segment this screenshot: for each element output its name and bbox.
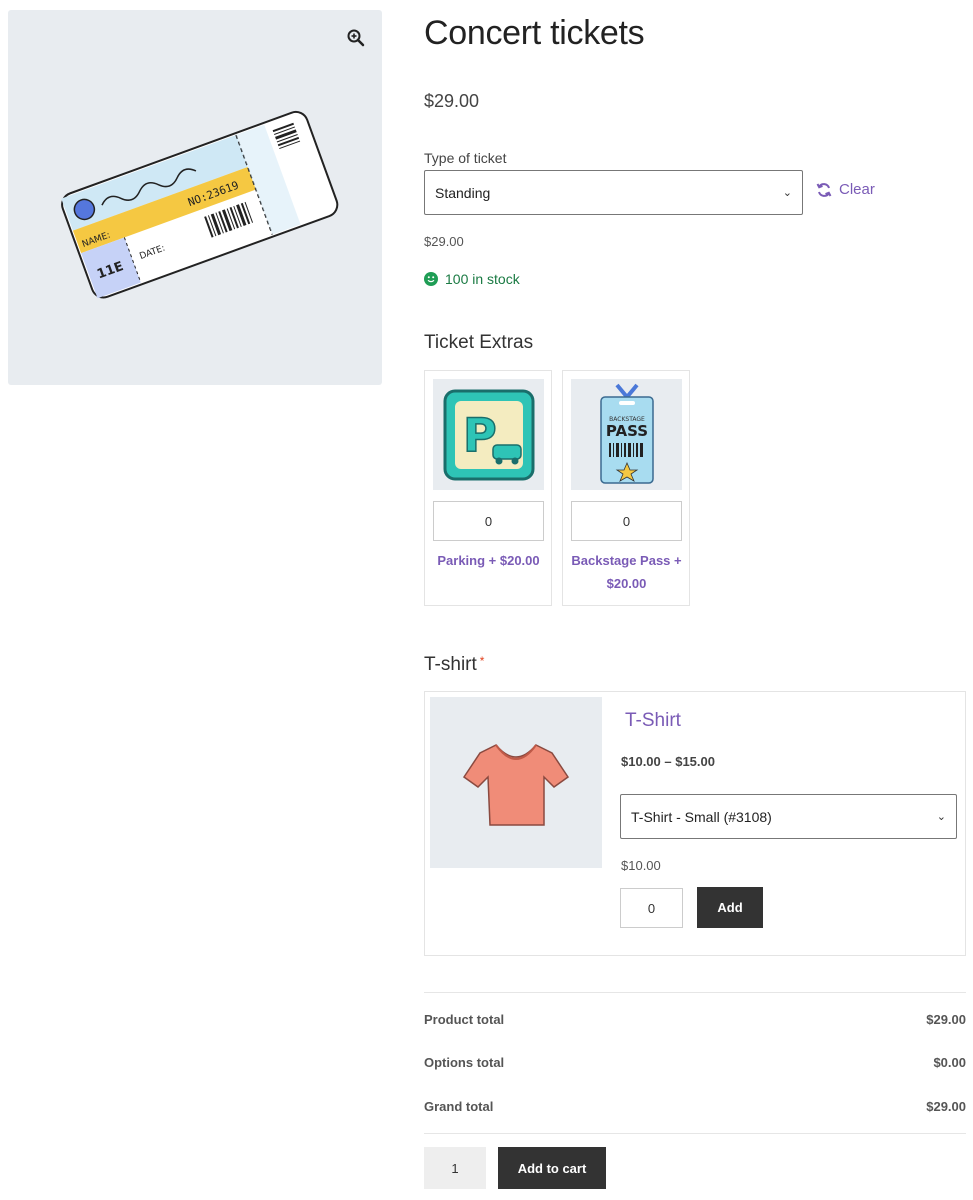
stock-status: 100 in stock <box>424 271 520 287</box>
tshirt-price: $10.00 <box>621 858 661 873</box>
backstage-pass-link[interactable]: Backstage Pass + $20.00 <box>567 549 686 595</box>
clear-label: Clear <box>839 181 875 198</box>
chevron-down-icon: ⌄ <box>782 187 792 199</box>
svg-text:PASS: PASS <box>605 422 647 440</box>
cart-qty-input[interactable]: 1 <box>424 1147 486 1189</box>
backstage-pass-icon: BACKSTAGE PASS <box>571 379 682 490</box>
divider <box>424 1133 966 1134</box>
tshirt-price-range: $10.00 – $15.00 <box>621 754 715 769</box>
product-total-label: Product total <box>424 1012 505 1027</box>
divider <box>424 992 966 993</box>
parking-qty-input[interactable]: 0 <box>433 501 544 541</box>
tshirt-add-button[interactable]: Add <box>697 887 763 928</box>
smiley-icon <box>424 272 438 286</box>
chevron-down-icon: ⌄ <box>936 811 946 823</box>
product-price: $29.00 <box>424 91 480 111</box>
tshirt-option-box: T-Shirt $10.00 – $15.00 T-Shirt - Small … <box>424 691 966 956</box>
ticket-type-selected: Standing <box>435 184 491 201</box>
grand-total-value: $29.00 <box>926 1099 966 1114</box>
tshirt-image <box>430 697 602 868</box>
tshirt-icon <box>462 743 570 826</box>
tshirt-section-label: T-shirt <box>424 654 477 675</box>
tshirt-link[interactable]: T-Shirt <box>625 710 681 732</box>
required-marker: * <box>479 654 485 668</box>
stock-text: 100 in stock <box>445 271 520 287</box>
add-to-cart-button[interactable]: Add to cart <box>498 1147 606 1189</box>
tshirt-variant-select[interactable]: T-Shirt - Small (#3108) ⌄ <box>620 794 957 839</box>
product-total-value: $29.00 <box>926 1012 966 1027</box>
svg-text:P: P <box>463 408 497 462</box>
concert-ticket-image: NO:23619 NAME: 11E DATE: <box>61 110 339 299</box>
extras-title: Ticket Extras <box>424 332 534 353</box>
product-gallery: NO:23619 NAME: 11E DATE: <box>8 10 382 385</box>
zoom-icon[interactable] <box>346 28 366 48</box>
refresh-icon <box>816 182 832 197</box>
variation-price: $29.00 <box>424 234 464 249</box>
ticket-type-select[interactable]: Standing ⌄ <box>424 170 803 215</box>
options-total-value: $0.00 <box>933 1055 966 1070</box>
extra-card-backstage: BACKSTAGE PASS 0 Backstage Pass + $20.00 <box>562 370 690 606</box>
product-title: Concert tickets <box>424 14 645 52</box>
parking-sign-icon: P <box>433 379 544 490</box>
extra-card-parking: P 0 Parking + $20.00 <box>424 370 552 606</box>
tshirt-variant-selected: T-Shirt - Small (#3108) <box>631 808 772 825</box>
backstage-qty-input[interactable]: 0 <box>571 501 682 541</box>
variation-label: Type of ticket <box>424 150 507 166</box>
parking-link[interactable]: Parking + $20.00 <box>429 549 548 572</box>
grand-total-label: Grand total <box>424 1099 494 1114</box>
options-total-label: Options total <box>424 1055 505 1070</box>
clear-button[interactable]: Clear <box>816 181 875 198</box>
tshirt-section-title: T-shirt * <box>424 654 484 676</box>
tshirt-qty-input[interactable]: 0 <box>620 888 683 928</box>
